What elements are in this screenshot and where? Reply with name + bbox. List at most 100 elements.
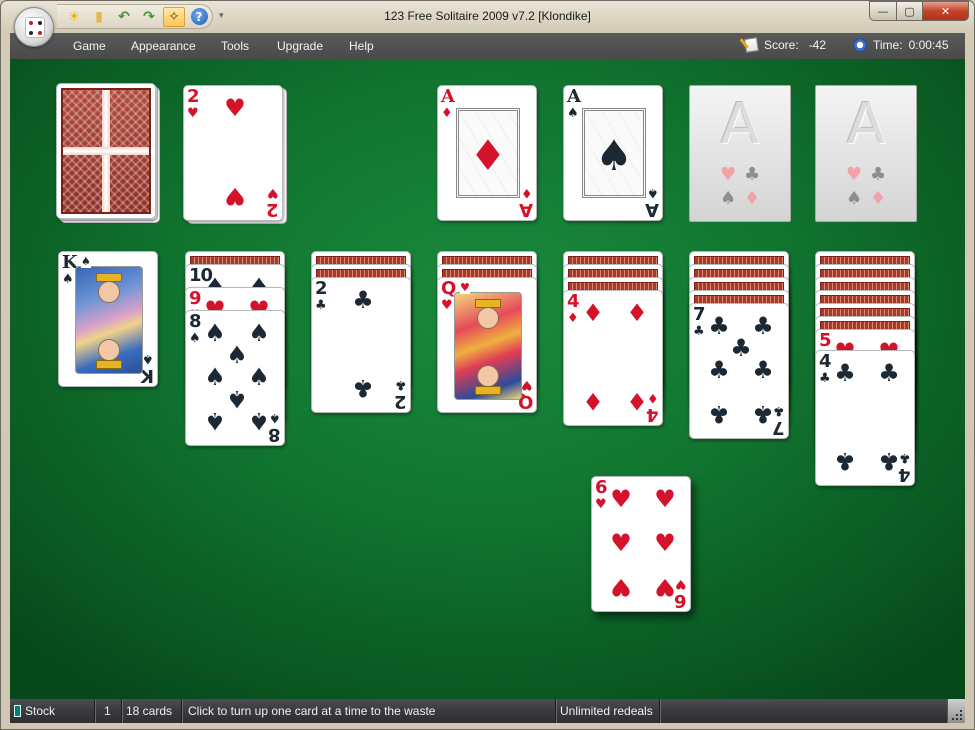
tableau-card[interactable]: Q ♥ Q ♥ ♥ bbox=[437, 277, 537, 413]
pip-suit-icon: ♥ bbox=[654, 529, 676, 557]
card-suit-icon-bottom: ♠ bbox=[647, 185, 659, 200]
card-suit-icon: ♣ bbox=[315, 298, 327, 313]
tableau-card[interactable]: 4 ♦ 4 ♦ ♦ ♦ ♦ ♦ bbox=[563, 290, 663, 426]
foundation-slot-empty[interactable]: A ♥ ♣ ♠ ♦ bbox=[815, 85, 917, 222]
pip-suit-icon: ♣ bbox=[708, 312, 730, 340]
ace-frame: ♦ bbox=[456, 108, 520, 198]
foundation-placeholder-label: A bbox=[846, 92, 886, 157]
dice-icon bbox=[25, 17, 45, 38]
pip-suit-icon: ♦ bbox=[626, 387, 648, 415]
card-suit-icon: ♣ bbox=[819, 371, 831, 386]
crown-icon bbox=[475, 386, 501, 395]
pip-suit-icon: ♥ bbox=[610, 573, 632, 601]
pip-suit-icon: ♣ bbox=[878, 359, 900, 387]
clock-icon bbox=[853, 38, 867, 52]
title-bar: ☀ ▮ ↶ ↷ ✧? ▾ 123 Free Solitaire 2009 v7.2 [K… bbox=[1, 1, 974, 47]
menu-help[interactable]: Help bbox=[349, 39, 374, 53]
placeholder-suit-icon: ♥ bbox=[720, 164, 737, 185]
placeholder-suit-icon: ♦ bbox=[744, 188, 761, 209]
menu-tools[interactable]: Tools bbox=[221, 39, 249, 53]
pip-suit-icon: ♣ bbox=[752, 400, 774, 428]
card-rank-bottom: 2 bbox=[395, 391, 407, 412]
time-display: Time: 0:00:45 bbox=[853, 38, 949, 52]
card-suit-icon-bottom: ♠ bbox=[269, 410, 281, 425]
stock-pile[interactable] bbox=[56, 83, 156, 219]
placeholder-suit-icon: ♦ bbox=[870, 188, 887, 209]
pip-suit-icon: ♣ bbox=[752, 312, 774, 340]
pip-suit-icon: ♣ bbox=[352, 374, 374, 402]
placeholder-suit-icon: ♠ bbox=[846, 188, 863, 209]
card-rank: 2 bbox=[187, 86, 199, 107]
card-rank: 5 bbox=[819, 330, 831, 351]
card-rank: A bbox=[441, 86, 455, 107]
pip-suit-icon: ♠ bbox=[204, 319, 226, 347]
pip-suit-icon: ♥ bbox=[224, 182, 246, 210]
resize-grip[interactable] bbox=[947, 699, 965, 723]
pip-suit-icon: ♣ bbox=[730, 334, 752, 362]
pip-suit-icon: ♥ bbox=[610, 529, 632, 557]
foundation-card[interactable]: A ♠ A ♠ ♠ bbox=[563, 85, 663, 221]
pip-suit-icon: ♣ bbox=[352, 286, 374, 314]
game-table: 2♥2♥♥♥A♦A♦♦A♠A♠♠A♥♣♠♦A♥♣♠♦K♠K♠♠10♠10♠♠♠♠… bbox=[10, 59, 965, 699]
pip-suit-icon: ♥ bbox=[654, 485, 676, 513]
menu-game[interactable]: Game bbox=[73, 39, 106, 53]
app-window: ☀ ▮ ↶ ↷ ✧? ▾ 123 Free Solitaire 2009 v7.2 [K… bbox=[0, 0, 975, 730]
menu-appearance[interactable]: Appearance bbox=[131, 39, 196, 53]
app-menu-button[interactable] bbox=[14, 7, 54, 47]
status-pile: Stock bbox=[10, 699, 95, 723]
waste-card[interactable]: 2 ♥ 2 ♥ ♥ ♥ bbox=[183, 85, 283, 221]
card-rank: 9 bbox=[189, 288, 201, 309]
placeholder-suit-icon: ♥ bbox=[846, 164, 863, 185]
minimize-button[interactable]: — bbox=[869, 1, 897, 21]
ace-frame: ♠ bbox=[582, 108, 646, 198]
time-label: Time: bbox=[873, 38, 903, 52]
menu-upgrade[interactable]: Upgrade bbox=[277, 39, 323, 53]
dragged-card[interactable]: 6 ♥ 6 ♥ ♥ ♥ ♥ ♥ ♥ ♥ bbox=[591, 476, 691, 612]
tableau-card[interactable]: 8 ♠ 8 ♠ ♠ ♠ ♠ ♠ ♠ ♠ ♠ ♠ bbox=[185, 310, 285, 446]
placeholder-suit-icon: ♣ bbox=[870, 164, 887, 185]
card-suit-icon-bottom: ♠ bbox=[142, 351, 154, 366]
pip-suit-icon: ♣ bbox=[752, 356, 774, 384]
card-rank-bottom: 7 bbox=[773, 417, 785, 438]
portrait-face bbox=[477, 365, 499, 387]
card-rank-bottom: 4 bbox=[899, 464, 911, 485]
card-rank-bottom: 8 bbox=[269, 424, 281, 445]
card-suit-icon: ♥ bbox=[187, 106, 199, 121]
tableau-card[interactable]: K ♠ K ♠ ♠ bbox=[58, 251, 158, 387]
pip-suit-icon: ♣ bbox=[708, 400, 730, 428]
card-suit-icon: ♥ bbox=[441, 298, 453, 313]
pip-suit-icon: ♥ bbox=[224, 94, 246, 122]
card-suit-icon-bottom: ♥ bbox=[675, 576, 687, 591]
portrait-face bbox=[477, 307, 499, 329]
foundation-card[interactable]: A ♦ A ♦ ♦ bbox=[437, 85, 537, 221]
card-suit-icon: ♦ bbox=[441, 106, 453, 121]
pip-suit-icon: ♠ bbox=[248, 407, 270, 435]
pip-suit-icon: ♥ bbox=[610, 485, 632, 513]
maximize-button[interactable]: ▢ bbox=[897, 1, 923, 21]
foundation-placeholder-label: A bbox=[720, 92, 760, 157]
time-value: 0:00:45 bbox=[908, 38, 949, 52]
pip-suit-icon: ♦ bbox=[626, 299, 648, 327]
pip-suit-icon: ♠ bbox=[226, 385, 248, 413]
card-suit-icon-bottom: ♣ bbox=[899, 450, 911, 465]
card-suit-icon-bottom: ♥ bbox=[521, 377, 533, 392]
crown-icon bbox=[96, 360, 122, 369]
court-portrait bbox=[454, 292, 522, 400]
portrait-suit-icon: ♠ bbox=[81, 255, 91, 268]
status-redeals: Unlimited redeals bbox=[556, 699, 660, 723]
card-rank: 7 bbox=[693, 304, 705, 325]
card-rank: 4 bbox=[567, 291, 579, 312]
card-rank: 8 bbox=[189, 311, 201, 332]
tableau-card[interactable]: 7 ♣ 7 ♣ ♣ ♣ ♣ ♣ ♣ ♣ ♣ bbox=[689, 303, 789, 439]
status-bar: Stock 1 18 cards Click to turn up one ca… bbox=[10, 699, 965, 723]
close-button[interactable]: ✕ bbox=[923, 1, 969, 21]
score-value: -42 bbox=[808, 38, 827, 52]
tableau-card[interactable]: 4 ♣ 4 ♣ ♣ ♣ ♣ ♣ bbox=[815, 350, 915, 486]
foundation-slot-empty[interactable]: A ♥ ♣ ♠ ♦ bbox=[689, 85, 791, 222]
score-notepad-icon bbox=[744, 37, 759, 53]
pip-suit-icon: ♠ bbox=[248, 319, 270, 347]
card-suit-icon-bottom: ♣ bbox=[773, 403, 785, 418]
pip-suit-icon: ♣ bbox=[878, 447, 900, 475]
pip-suit-icon: ♠ bbox=[248, 363, 270, 391]
tableau-card[interactable]: 2 ♣ 2 ♣ ♣ ♣ bbox=[311, 277, 411, 413]
